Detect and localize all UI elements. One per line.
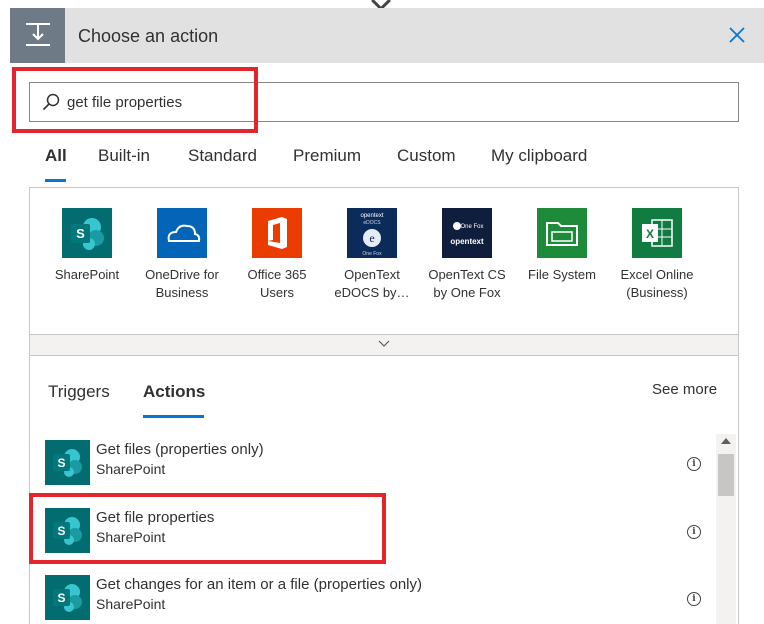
info-icon[interactable]: i (687, 525, 701, 539)
office-icon (252, 208, 302, 258)
scroll-up-arrow-icon[interactable] (721, 438, 731, 444)
action-name: Get file properties (96, 509, 215, 526)
svg-text:One Fox: One Fox (362, 251, 382, 257)
action-name: Get files (properties only) (96, 441, 264, 458)
connector-grid: S SharePoint OneDrive for Business Offic… (29, 187, 739, 355)
connector-opentext-cs[interactable]: One Fox opentext OpenText CS by One Fox (422, 208, 512, 302)
action-item[interactable]: S Get files (properties only) SharePoint… (45, 438, 715, 486)
connector-office-365-users[interactable]: Office 365 Users (232, 208, 322, 302)
connector-file-system[interactable]: File System (517, 208, 607, 284)
flow-step-icon (10, 8, 65, 63)
active-subtab-indicator (143, 415, 204, 418)
onedrive-icon (157, 208, 207, 258)
tab-custom[interactable]: Custom (397, 146, 456, 166)
opentext-edocs-icon: opentext eDOCS e One Fox (347, 208, 397, 258)
svg-text:X: X (646, 227, 654, 241)
tab-my-clipboard[interactable]: My clipboard (491, 146, 587, 166)
svg-text:S: S (57, 456, 65, 470)
search-icon (42, 93, 60, 111)
sharepoint-icon: S (62, 208, 112, 258)
tab-premium[interactable]: Premium (293, 146, 361, 166)
connector-sharepoint[interactable]: S SharePoint (42, 208, 132, 284)
svg-text:e: e (369, 231, 374, 245)
sharepoint-icon: S (45, 440, 90, 485)
active-tab-indicator (45, 179, 66, 182)
action-connector: SharePoint (96, 461, 166, 477)
chevron-down-icon (378, 340, 390, 347)
action-picker-header: Choose an action (10, 8, 764, 63)
excel-icon: X (632, 208, 682, 258)
info-icon[interactable]: i (687, 457, 701, 471)
svg-text:opentext: opentext (450, 237, 484, 246)
tab-built-in[interactable]: Built-in (98, 146, 150, 166)
action-item[interactable]: S Get changes for an item or a file (pro… (45, 573, 715, 621)
action-connector: SharePoint (96, 529, 166, 545)
connector-opentext-edocs[interactable]: opentext eDOCS e One Fox OpenText eDOCS … (327, 208, 417, 302)
close-icon[interactable] (726, 24, 748, 46)
action-connector: SharePoint (96, 596, 166, 612)
connector-excel-online[interactable]: X Excel Online (Business) (612, 208, 702, 302)
action-name: Get changes for an item or a file (prope… (96, 576, 422, 593)
tab-triggers[interactable]: Triggers (48, 382, 110, 402)
svg-text:S: S (57, 591, 65, 605)
connector-label: SharePoint (54, 267, 120, 282)
info-icon[interactable]: i (687, 592, 701, 606)
tab-all[interactable]: All (45, 146, 67, 166)
connector-label: OpenText CS by One Fox (428, 267, 506, 300)
sharepoint-icon: S (45, 508, 90, 553)
svg-text:S: S (57, 524, 65, 538)
see-more-link[interactable]: See more (652, 381, 717, 398)
svg-text:S: S (76, 226, 85, 241)
connector-label: OneDrive for Business (145, 267, 219, 300)
search-input[interactable] (67, 91, 667, 113)
search-box[interactable] (29, 82, 739, 122)
connector-label: OpenText eDOCS by… (334, 267, 410, 300)
svg-text:opentext: opentext (360, 213, 383, 219)
tab-standard[interactable]: Standard (188, 146, 257, 166)
expand-connectors-button[interactable] (29, 334, 739, 356)
folder-icon (537, 208, 587, 258)
sharepoint-icon: S (45, 575, 90, 620)
scroll-thumb[interactable] (718, 454, 734, 496)
svg-text:One Fox: One Fox (460, 224, 483, 230)
page-title: Choose an action (78, 26, 219, 46)
opentext-cs-icon: One Fox opentext (442, 208, 492, 258)
tab-actions[interactable]: Actions (143, 382, 205, 402)
connector-label: Excel Online (Business) (620, 267, 694, 300)
actions-scrollbar[interactable] (716, 434, 736, 624)
actions-panel: Triggers Actions See more S Get files (p… (29, 356, 739, 624)
svg-text:eDOCS: eDOCS (363, 220, 381, 226)
connector-label: Office 365 Users (247, 267, 307, 300)
connector-label: File System (528, 267, 596, 282)
connector-onedrive-for-business[interactable]: OneDrive for Business (137, 208, 227, 302)
action-item[interactable]: S Get file properties SharePoint i (45, 506, 715, 554)
